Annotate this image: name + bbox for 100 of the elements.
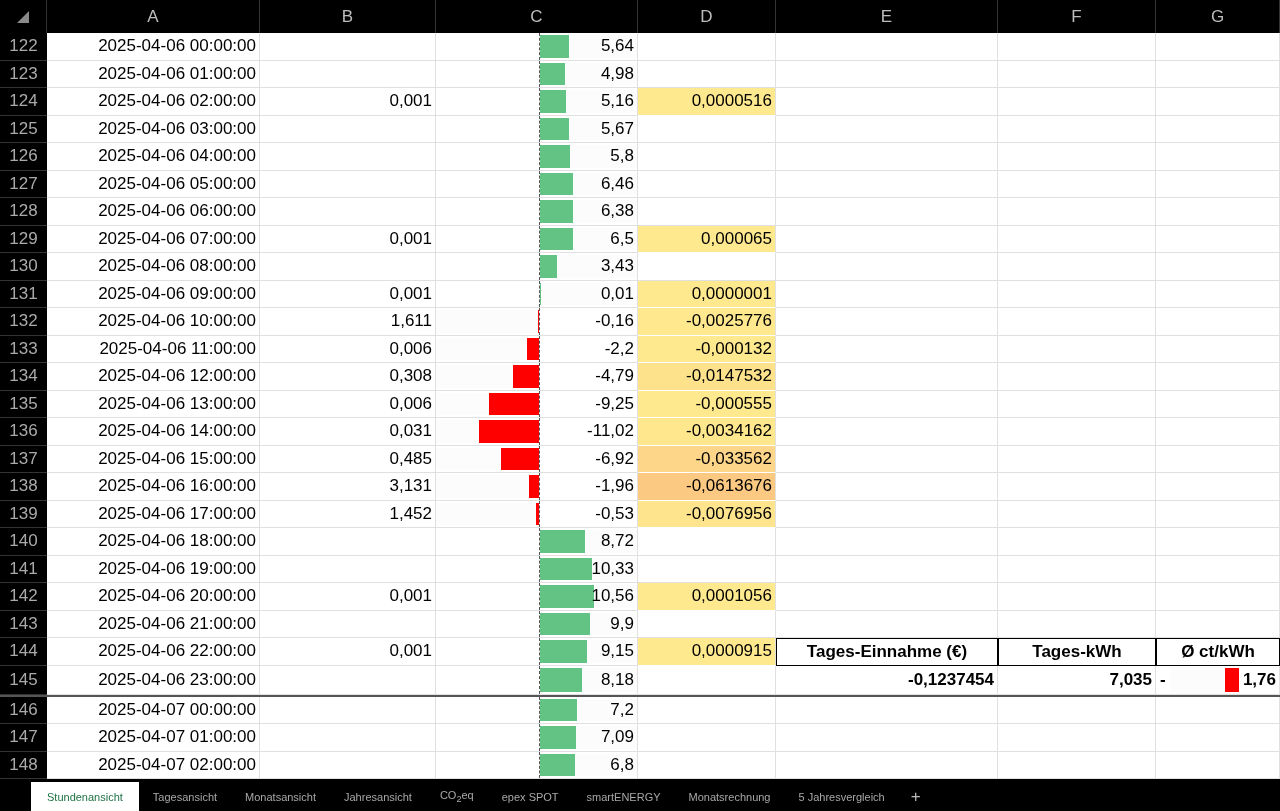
sheet-tab[interactable]: epex SPOT	[487, 782, 573, 811]
table-cell: 0,01	[600, 283, 634, 304]
table-cell: -0,0025776	[638, 308, 776, 336]
table-cell: 2025-04-06 20:00:00	[98, 586, 256, 607]
table-cell: 0,0000915	[638, 638, 776, 666]
table-cell: 6,8	[610, 754, 634, 775]
row-number[interactable]: 139	[0, 500, 47, 528]
row-number[interactable]: 127	[0, 170, 47, 198]
table-cell: 1,611	[390, 311, 432, 332]
table-cell: 0,001	[389, 91, 432, 112]
row-number[interactable]: 142	[0, 583, 47, 611]
table-cell: 6,5	[610, 228, 634, 249]
table-cell: 8,18	[600, 669, 634, 690]
table-cell: 2025-04-06 07:00:00	[98, 228, 256, 249]
table-cell: 5,67	[600, 118, 634, 139]
table-cell: -0,000132	[638, 335, 776, 363]
row-number[interactable]: 128	[0, 198, 47, 226]
table-cell: 0,006	[389, 393, 432, 414]
table-cell: 0,308	[389, 366, 432, 387]
row-number[interactable]: 124	[0, 88, 47, 116]
row-number[interactable]: 123	[0, 60, 47, 88]
select-all-icon[interactable]	[16, 9, 30, 24]
row-number[interactable]: 136	[0, 418, 47, 446]
add-sheet-button[interactable]: +	[898, 782, 933, 811]
row-number[interactable]: 145	[0, 665, 47, 695]
sheet-tab[interactable]: Tagesansicht	[138, 782, 232, 811]
row-number[interactable]: 138	[0, 473, 47, 501]
table-cell: -0,000555	[638, 390, 776, 418]
row-number[interactable]: 133	[0, 335, 47, 363]
table-cell: -	[1160, 669, 1166, 690]
column-header[interactable]: E	[776, 0, 998, 33]
sheet-tab[interactable]: Jahresansicht	[330, 782, 426, 811]
row-number[interactable]: 126	[0, 143, 47, 171]
table-cell: 2025-04-07 00:00:00	[98, 699, 256, 720]
sheet-tab[interactable]: Monatsrechnung	[674, 782, 785, 811]
table-cell: 2025-04-07 02:00:00	[98, 754, 256, 775]
table-cell: 0,0000516	[638, 88, 776, 116]
table-cell: 1,452	[389, 503, 432, 524]
column-header[interactable]: G	[1156, 0, 1280, 33]
table-cell: 0,001	[389, 586, 432, 607]
table-cell: 0,0001056	[638, 583, 776, 611]
table-cell: 0,031	[389, 421, 432, 442]
table-cell: 2025-04-06 13:00:00	[98, 393, 256, 414]
column-header[interactable]: C	[436, 0, 638, 33]
table-cell: 2025-04-06 04:00:00	[98, 146, 256, 167]
sheet-tab[interactable]: Stundenansicht	[31, 782, 139, 811]
column-header[interactable]: F	[998, 0, 1156, 33]
table-cell: 0,006	[389, 338, 432, 359]
table-cell: 0,001	[389, 283, 432, 304]
table-cell: 1,76	[1242, 669, 1276, 690]
row-number[interactable]: 129	[0, 225, 47, 253]
table-cell: 2025-04-06 16:00:00	[98, 476, 256, 497]
row-number[interactable]: 144	[0, 638, 47, 666]
table-cell: 9,9	[610, 613, 634, 634]
table-cell: 0,001	[389, 228, 432, 249]
table-cell: 0,0000001	[638, 280, 776, 308]
table-cell: 7,035	[1109, 669, 1152, 690]
table-cell: 6,38	[600, 201, 634, 222]
table-cell: -0,53	[595, 503, 634, 524]
table-cell: -0,16	[595, 311, 634, 332]
column-header[interactable]: D	[638, 0, 776, 33]
row-number[interactable]: 125	[0, 115, 47, 143]
table-cell: -6,92	[595, 448, 634, 469]
sheet-tab[interactable]: CO$_{2}$eq	[425, 782, 488, 811]
row-number[interactable]: 137	[0, 445, 47, 473]
row-number[interactable]: 132	[0, 308, 47, 336]
row-number[interactable]: 143	[0, 610, 47, 638]
row-number[interactable]: 135	[0, 390, 47, 418]
row-number[interactable]: 122	[0, 33, 47, 61]
row-number[interactable]: 147	[0, 724, 47, 752]
column-header[interactable]: B	[260, 0, 436, 33]
summary-header: Ø ct/kWh	[1156, 638, 1280, 666]
table-cell: -0,0076956	[638, 500, 776, 528]
row-number[interactable]: 134	[0, 363, 47, 391]
table-cell: 2025-04-06 05:00:00	[98, 173, 256, 194]
sheet-tab[interactable]: 5 Jahresvergleich	[784, 782, 899, 811]
sheet-tab[interactable]: smartENERGY	[572, 782, 675, 811]
table-cell: -1,96	[595, 476, 634, 497]
row-number[interactable]: 148	[0, 751, 47, 779]
sheet-tab[interactable]: Monatsansicht	[231, 782, 330, 811]
row-number[interactable]: 130	[0, 253, 47, 281]
table-cell: 10,33	[591, 558, 634, 579]
row-number[interactable]: 141	[0, 555, 47, 583]
row-number[interactable]: 131	[0, 280, 47, 308]
table-cell: 2025-04-06 18:00:00	[98, 531, 256, 552]
table-cell: 5,16	[600, 91, 634, 112]
table-cell: 2025-04-06 09:00:00	[98, 283, 256, 304]
table-cell: 4,98	[600, 63, 634, 84]
column-header[interactable]: A	[47, 0, 260, 33]
row-number[interactable]: 146	[0, 696, 47, 724]
table-cell: 2025-04-06 22:00:00	[98, 641, 256, 662]
table-cell: -4,79	[595, 366, 634, 387]
table-cell: 5,8	[610, 146, 634, 167]
table-cell: 2025-04-06 02:00:00	[98, 91, 256, 112]
row-number[interactable]: 140	[0, 528, 47, 556]
table-cell: 2025-04-06 10:00:00	[98, 311, 256, 332]
table-cell: 2025-04-06 11:00:00	[99, 338, 256, 359]
table-cell: 2025-04-06 21:00:00	[98, 613, 256, 634]
table-cell: -0,1237454	[907, 669, 994, 690]
table-cell: -0,0613676	[638, 473, 776, 501]
